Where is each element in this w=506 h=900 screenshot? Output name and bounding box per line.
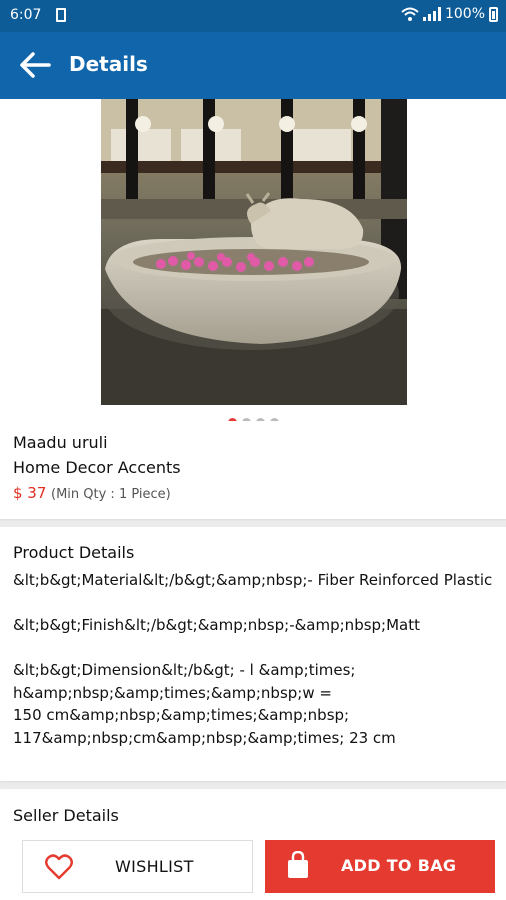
carousel-indicator bbox=[0, 407, 506, 427]
wishlist-button[interactable]: WISHLIST bbox=[22, 840, 253, 893]
shopping-bag-icon bbox=[288, 851, 308, 878]
product-image[interactable] bbox=[101, 99, 407, 405]
status-time: 6:07 bbox=[10, 7, 42, 23]
seller-details-heading: Seller Details bbox=[13, 806, 119, 825]
add-to-bag-label: ADD TO BAG bbox=[341, 856, 457, 875]
product-details-heading: Product Details bbox=[13, 543, 135, 562]
arrow-left-icon[interactable] bbox=[18, 50, 52, 80]
product-category: Home Decor Accents bbox=[13, 458, 181, 477]
status-right: 100% bbox=[401, 6, 498, 22]
status-bar: 6:07 100% bbox=[0, 0, 506, 32]
wishlist-label: WISHLIST bbox=[115, 857, 194, 876]
signal-icon bbox=[422, 7, 441, 21]
add-to-bag-button[interactable]: ADD TO BAG bbox=[265, 840, 495, 893]
sim-card-icon bbox=[56, 8, 66, 22]
app-bar: Details bbox=[0, 32, 506, 99]
heart-icon bbox=[45, 854, 73, 880]
bottom-action-bar: WISHLIST ADD TO BAG bbox=[0, 834, 506, 900]
product-details-text: &lt;b&gt;Material&lt;/b&gt;&amp;nbsp;- F… bbox=[13, 571, 493, 747]
battery-icon bbox=[489, 6, 498, 22]
product-details-card: Product Details &lt;b&gt;Material&lt;/b&… bbox=[0, 527, 506, 781]
product-info-card: Maadu uruli Home Decor Accents $ 37 (Min… bbox=[0, 421, 506, 519]
product-price: $ 37 bbox=[13, 484, 47, 502]
min-quantity: (Min Qty : 1 Piece) bbox=[51, 487, 171, 502]
product-image-carousel[interactable] bbox=[0, 99, 506, 407]
page-title: Details bbox=[69, 52, 148, 76]
product-name: Maadu uruli bbox=[13, 433, 108, 452]
battery-percent: 100% bbox=[444, 6, 485, 22]
uruli-photo bbox=[101, 99, 407, 405]
wifi-icon bbox=[401, 7, 419, 21]
